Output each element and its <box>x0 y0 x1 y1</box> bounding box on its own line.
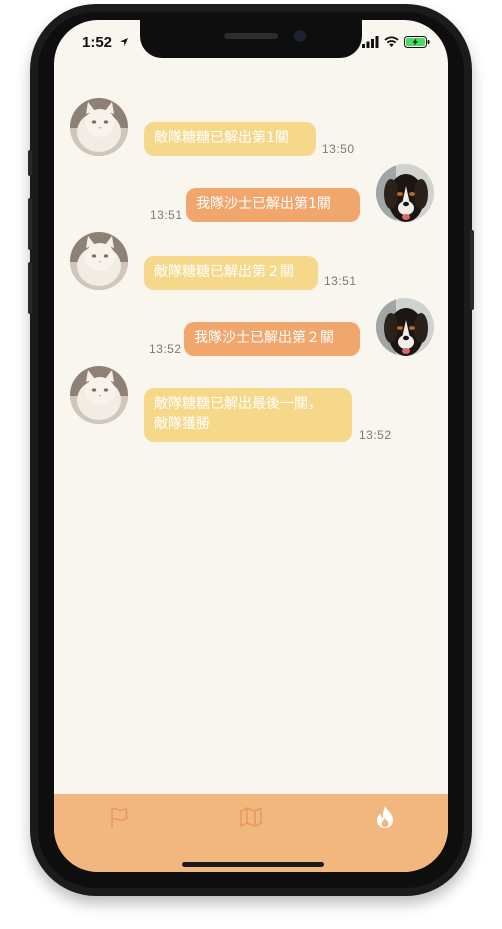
tab-flag[interactable] <box>104 802 134 832</box>
cat-photo <box>70 366 128 424</box>
cat-avatar[interactable] <box>70 366 128 424</box>
message-timestamp: 13:52 <box>359 428 392 442</box>
cat-photo <box>70 98 128 156</box>
message-text: 敵隊糖糖已解出第２關 <box>154 264 294 280</box>
message-text-line-1: 敵隊糖糖已解出最後一關， <box>154 396 322 412</box>
tab-flame[interactable] <box>370 802 400 832</box>
side-button-power <box>470 230 474 310</box>
message-timestamp: 13:51 <box>150 208 183 222</box>
cat-avatar[interactable] <box>70 98 128 156</box>
app-screen: 1:52 敵隊糖糖已解出第1關 13:50 我隊沙士已解出第1關 13:51 敵… <box>54 20 448 872</box>
message-bubble-enemy: 敵隊糖糖已解出第1關 <box>144 122 316 156</box>
dog-avatar[interactable] <box>376 164 434 222</box>
battery-charging-icon <box>404 36 430 48</box>
side-button-silent <box>28 150 32 176</box>
location-arrow-icon <box>120 38 128 46</box>
side-button-volume-down <box>28 262 32 314</box>
message-timestamp: 13:52 <box>149 342 182 356</box>
tab-bar <box>54 794 448 872</box>
message-timestamp: 13:51 <box>324 274 357 288</box>
tab-map[interactable] <box>236 802 266 832</box>
message-bubble-team: 我隊沙士已解出第２關 <box>184 322 360 356</box>
message-bubble-team: 我隊沙士已解出第1關 <box>186 188 360 222</box>
message-text: 敵隊糖糖已解出第1關 <box>154 130 289 146</box>
status-time: 1:52 <box>82 34 113 51</box>
message-bubble-enemy: 敵隊糖糖已解出最後一關， 敵隊獲勝 <box>144 388 352 442</box>
earpiece-speaker <box>224 33 278 39</box>
dog-photo <box>376 164 434 222</box>
message-text-line-2: 敵隊獲勝 <box>154 416 210 432</box>
flag-icon <box>111 807 128 828</box>
dog-avatar[interactable] <box>376 298 434 356</box>
cat-avatar[interactable] <box>70 232 128 290</box>
message-bubble-enemy: 敵隊糖糖已解出第２關 <box>144 256 318 290</box>
wifi-icon <box>384 36 399 47</box>
dog-photo <box>376 298 434 356</box>
home-indicator[interactable] <box>182 862 324 867</box>
message-timestamp: 13:50 <box>322 142 355 156</box>
message-text: 我隊沙士已解出第２關 <box>194 330 334 346</box>
cellular-signal-icon <box>362 36 379 48</box>
front-camera <box>294 30 306 42</box>
message-text: 我隊沙士已解出第1關 <box>196 196 331 212</box>
cat-photo <box>70 232 128 290</box>
notch <box>140 20 362 58</box>
status-icons <box>362 35 430 49</box>
map-icon <box>240 807 262 827</box>
flame-icon <box>377 806 393 828</box>
side-button-volume-up <box>28 198 32 250</box>
